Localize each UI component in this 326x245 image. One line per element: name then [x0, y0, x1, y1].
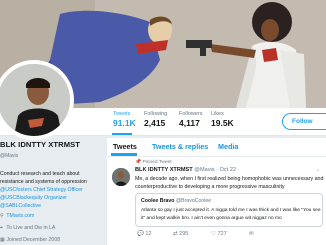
profile-handle[interactable]: @Mavis	[0, 152, 18, 160]
retweet-icon: ⇄	[173, 231, 178, 237]
stat-followers-value: 4,117	[179, 118, 200, 128]
tab-media[interactable]: Media	[218, 142, 238, 151]
profile-joined-date: Joined December 2008	[6, 237, 61, 243]
tweet-author-avatar[interactable]	[112, 168, 130, 186]
stat-likes-label: Likes	[211, 111, 224, 117]
profile-display-name[interactable]: BLK IDNTTY XTRMST	[0, 140, 80, 149]
bio-mention-sablcollective[interactable]: @SABLCollective	[0, 203, 41, 209]
stat-likes-value: 19.5K	[211, 118, 234, 128]
active-stat-indicator	[112, 133, 132, 135]
tab-tweets-and-replies[interactable]: Tweets & replies	[152, 142, 208, 151]
dm-action[interactable]: ✉	[249, 231, 254, 237]
retweet-action[interactable]: ⇄ 295	[173, 231, 188, 237]
reply-count: 12	[145, 231, 152, 237]
reply-action[interactable]: 💬 12	[137, 231, 152, 237]
like-action[interactable]: ♡ 727	[211, 231, 227, 237]
profile-card: BLK IDNTTY XTRMST @Mavis Conduct researc…	[0, 140, 104, 245]
pin-icon: 📌	[135, 159, 142, 165]
profile-website-row: ⚲ TMavis.com	[0, 212, 34, 220]
profile-website-link[interactable]: TMavis.com	[6, 213, 34, 219]
heart-icon: ♡	[211, 231, 216, 237]
tweet-text: Me, a decade ago, when I first realized …	[135, 176, 324, 190]
reply-icon: 💬	[137, 231, 144, 237]
stat-likes[interactable]: Likes 19.5K	[211, 110, 234, 129]
stat-tweets-label: Tweets	[113, 111, 131, 117]
timeline: Tweets Tweets & replies Media 📌 Pinned T…	[107, 138, 326, 245]
envelope-icon: ✉	[249, 231, 254, 237]
location-pin-icon: ⌖	[0, 225, 3, 231]
link-icon: ⚲	[0, 213, 4, 219]
tab-tweets[interactable]: Tweets	[113, 142, 137, 151]
tweet-author-handle-time[interactable]: @Mavis · Oct 22	[194, 167, 236, 173]
stat-tweets[interactable]: Tweets 91.1K	[113, 110, 136, 129]
tweet-author-name[interactable]: BLK IDNTTY XTRMST	[135, 167, 193, 173]
tweet-header: BLK IDNTTY XTRMST @Mavis · Oct 22	[135, 167, 236, 173]
bio-mention-uscfosters[interactable]: @USCfosters Chief Strategy Officer	[0, 187, 83, 193]
stat-followers[interactable]: Followers 4,117	[179, 110, 203, 129]
stat-followers-label: Followers	[179, 111, 203, 117]
stat-tweets-value: 91.1K	[113, 118, 136, 128]
follow-button[interactable]: Follow	[282, 113, 326, 130]
stat-following[interactable]: Following 2,415	[144, 110, 167, 129]
quoted-author-handle: @BravoCoolee	[175, 198, 212, 204]
pinned-tweet[interactable]: 📌 Pinned Tweet BLK IDNTTY XTRMST @Mavis …	[107, 157, 326, 245]
retweet-count: 295	[179, 231, 189, 237]
active-tab-indicator	[111, 153, 137, 156]
stat-following-label: Following	[144, 111, 168, 117]
quoted-tweet-text: Atlanta so gay I just accepted it. A nig…	[141, 208, 321, 221]
pinned-label-row: 📌 Pinned Tweet	[135, 159, 172, 165]
profile-location: To Live and Die in LA	[6, 225, 56, 231]
like-count: 727	[217, 231, 227, 237]
quoted-tweet[interactable]: Coolee Bravo @BravoCoolee Atlanta so gay…	[135, 193, 323, 227]
tweet-avatar-photo	[112, 168, 130, 186]
calendar-icon: ▦	[0, 237, 5, 243]
chevron-down-icon[interactable]: ⌄	[315, 166, 320, 173]
quoted-author-name: Coolee Bravo	[141, 198, 175, 204]
quoted-tweet-header: Coolee Bravo @BravoCoolee	[141, 198, 211, 204]
timeline-tabs: Tweets Tweets & replies Media	[107, 138, 326, 157]
avatar-photo	[0, 64, 70, 136]
bio-line-5: @SABLCollective	[0, 202, 41, 210]
bio-mention-uscblackequity[interactable]: @USCBlackequity Organizer	[0, 195, 67, 201]
profile-joined-row: ▦ Joined December 2008	[0, 236, 60, 244]
profile-location-row: ⌖ To Live and Die in LA	[0, 224, 55, 232]
pinned-label: Pinned Tweet	[142, 160, 172, 165]
stat-following-value: 2,415	[144, 118, 166, 128]
